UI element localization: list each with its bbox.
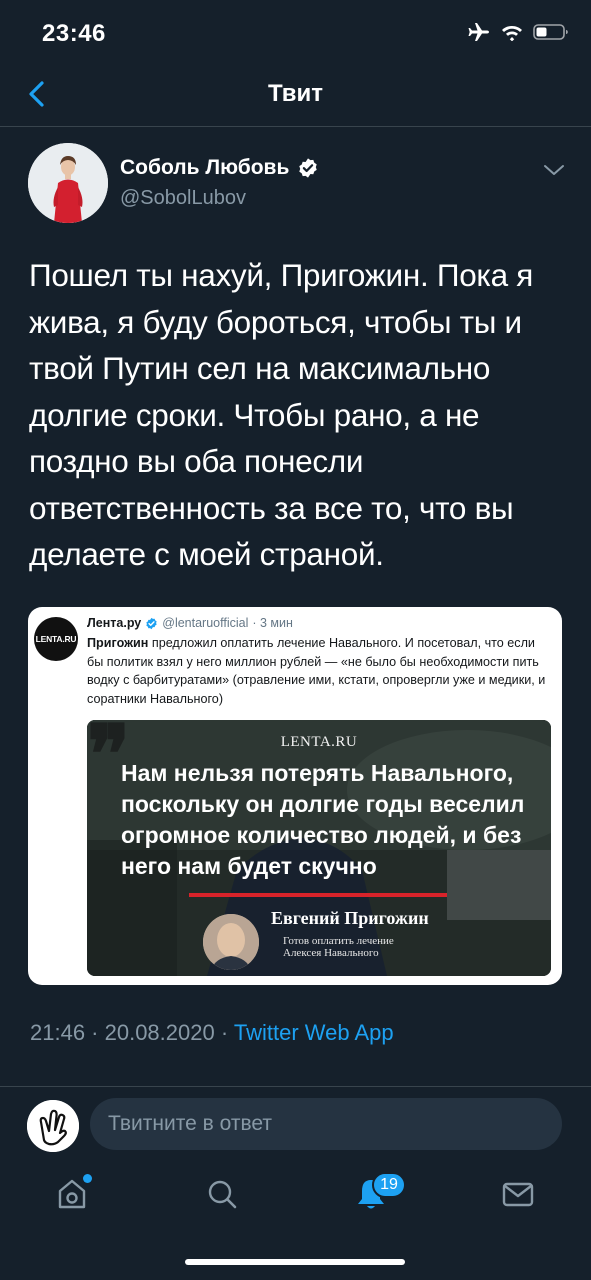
lenta-avatar: LENTA.RU <box>34 617 78 661</box>
timestamp-date: 21:46 · 20.08.2020 · <box>30 1020 234 1045</box>
image-caption-line2: Алексея Навального <box>283 947 379 959</box>
nav-bar: Твит <box>0 62 591 127</box>
verified-badge-icon <box>299 158 318 178</box>
embedded-time: · 3 мин <box>252 616 293 630</box>
embedded-author-handle: @lentaruofficial <box>162 616 249 630</box>
image-quote: Нам нельзя потерять Навального, поскольк… <box>121 760 525 879</box>
reply-input[interactable] <box>90 1098 562 1150</box>
tab-bar <box>0 1162 591 1232</box>
divider <box>0 1086 591 1087</box>
source-app-link[interactable]: Twitter Web App <box>234 1020 394 1045</box>
embedded-tweet-card[interactable]: LENTA.RU Лента.ру @lentaruofficial · 3 м… <box>28 607 562 985</box>
user-avatar[interactable] <box>27 1100 79 1152</box>
airplane-icon <box>468 23 489 41</box>
verified-badge-icon <box>146 617 157 629</box>
messages-envelope-icon[interactable] <box>498 1174 538 1214</box>
new-content-dot <box>83 1174 92 1183</box>
status-time: 23:46 <box>42 20 106 47</box>
image-caption-line1: Готов оплатить лечение <box>283 935 394 947</box>
embedded-image[interactable]: ❞ LENTA.RU Нам нельзя потерять Навальног… <box>87 720 551 976</box>
image-person-name: Евгений Пригожин <box>271 908 429 928</box>
author-name: Соболь Любовь <box>120 156 290 179</box>
search-icon[interactable] <box>202 1174 242 1214</box>
image-brand: LENTA.RU <box>280 734 358 750</box>
home-indicator[interactable] <box>185 1259 405 1265</box>
image-divider <box>189 893 447 897</box>
embedded-tweet-header: Лента.ру @lentaruofficial · 3 мин <box>87 616 293 630</box>
chevron-down-icon[interactable] <box>541 160 567 180</box>
notifications-badge: 19 <box>372 1172 406 1198</box>
image-caption: Готов оплатить лечение Алексея Навальног… <box>283 935 394 959</box>
tweet-text: Пошел ты нахуй, Пригожин. Пока я жива, я… <box>29 257 534 572</box>
embedded-tweet-text: Пригожин предложил оплатить лечение Нава… <box>87 634 551 708</box>
battery-icon <box>533 24 568 40</box>
author-avatar[interactable] <box>28 143 108 223</box>
author-name-row[interactable]: Соболь Любовь <box>120 156 319 180</box>
tweet-timestamp: 21:46 · 20.08.2020 · Twitter Web App <box>30 1020 394 1046</box>
status-icons <box>467 22 569 42</box>
embedded-author-name: Лента.ру <box>87 616 142 630</box>
page-title: Твит <box>267 80 323 107</box>
wifi-icon <box>502 26 522 41</box>
person-photo <box>203 914 259 970</box>
author-handle: @SobolLubov <box>120 187 246 209</box>
embedded-bold-lead: Пригожин <box>87 636 149 650</box>
embedded-text-body: предложил оплатить лечение Навального. И… <box>87 636 546 706</box>
